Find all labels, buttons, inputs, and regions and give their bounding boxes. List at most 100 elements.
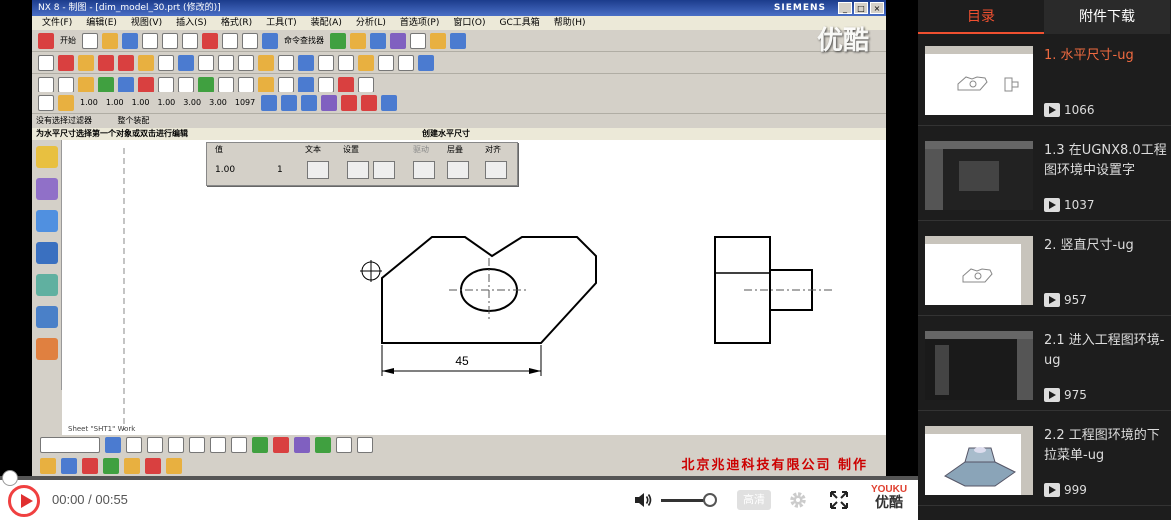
playlist-item[interactable]: 2.1 进入工程图环境-ug 975 (918, 319, 1171, 411)
driving-icon (413, 161, 435, 179)
playlist-item-views: 975 (1044, 388, 1087, 402)
bottom-toolbar-row-1 (32, 435, 886, 455)
playlist-thumbnail (925, 141, 1033, 210)
nx-title-bar: NX 8 - 制图 - [dim_model_30.prt (修改的)] SIE… (32, 0, 886, 16)
selection-bar: 没有选择过滤器 整个装配 (32, 114, 886, 128)
siemens-brand: SIEMENS (773, 3, 826, 13)
youku-logo-cn: 优酷 (875, 495, 903, 511)
stack-icon (447, 161, 469, 179)
reset-icon (373, 161, 395, 179)
curve-icon (294, 437, 310, 453)
auto-constrain-icon (338, 76, 354, 93)
save-icon (122, 32, 138, 49)
rect-tool-icon (210, 437, 226, 453)
youku-logo-en: YOUKU (870, 484, 908, 495)
play-count-icon (1044, 198, 1060, 212)
selection-filter-label: 没有选择过滤器 (36, 116, 92, 125)
playlist-item-title: 1. 水平尺寸-ug (1044, 48, 1134, 63)
assembly-navigator-icon (36, 178, 58, 200)
playlist-item-title: 1.3 在UGNX8.0工程图环境中设置字 (1044, 143, 1167, 178)
derived-line-icon (315, 437, 331, 453)
volume-icon[interactable] (633, 490, 653, 510)
balloon-icon (378, 54, 394, 71)
thumb-screen (925, 339, 1033, 400)
view-count: 999 (1064, 483, 1087, 497)
align-icon (485, 161, 507, 179)
section-view-icon (118, 54, 134, 71)
sheet-label: Sheet "SHT1" Work (68, 425, 136, 433)
layer-icon (330, 32, 346, 49)
player-control-bar: 00:00 / 00:55 高清 YOUKU 优酷 (0, 470, 918, 520)
constraint-navigator-icon (36, 210, 58, 232)
menu-item: 装配(A) (310, 18, 342, 28)
circle-tool-icon (168, 437, 184, 453)
baseline-dimension-icon (301, 94, 318, 111)
play-count-icon (1044, 388, 1060, 402)
fillet-icon (138, 76, 154, 93)
copy-icon (162, 32, 178, 49)
status-prompt: 为水平尺寸选择第一个对象或双击进行编辑 (36, 129, 188, 138)
playlist-item-title: 2. 竖直尺寸-ug (1044, 238, 1134, 253)
weld-icon (298, 54, 314, 71)
play-count-icon (1044, 483, 1060, 497)
fullscreen-icon[interactable] (828, 489, 850, 511)
dim-value-6: 3.00 (209, 98, 227, 107)
video-viewport[interactable]: NX 8 - 制图 - [dim_model_30.prt (修改的)] SIE… (0, 0, 918, 476)
history-icon (36, 306, 58, 328)
quick-trim-icon (252, 437, 268, 453)
note-icon (198, 54, 214, 71)
menu-item: 分析(L) (355, 18, 386, 28)
diameter-dimension-icon (361, 94, 378, 111)
snap-center-icon (124, 458, 140, 474)
profile-icon (58, 76, 74, 93)
progress-bar[interactable] (0, 470, 918, 486)
toolbar-row-dimension: 1.00 1.00 1.00 1.00 3.00 3.00 1097 (32, 92, 886, 114)
command-finder-label: 命令查找器 (284, 36, 324, 45)
dim-value-1: 1.00 (80, 98, 98, 107)
chain-dimension-icon (281, 94, 298, 111)
spline-icon (198, 76, 214, 93)
quality-button[interactable]: 高清 (737, 490, 771, 510)
toolbar-row-standard: 开始 命令查找器 (32, 30, 886, 52)
youku-overlay-logo: 优酷 (817, 26, 870, 56)
open-file-icon (102, 32, 118, 49)
new-sheet-icon (38, 54, 54, 71)
playlist-item-views: 1037 (1044, 198, 1095, 212)
playlist-item[interactable]: 1. 水平尺寸-ug 1066 (918, 34, 1171, 126)
playlist-item[interactable]: 2. 竖直尺寸-ug 957 (918, 224, 1171, 316)
status-bar: 为水平尺寸选择第一个对象或双击进行编辑 创建水平尺寸 (32, 128, 886, 140)
view-icon (350, 32, 366, 49)
dim-value-7: 1097 (234, 98, 256, 107)
constraint-icon (318, 76, 334, 93)
dimension-options-dialog: 值 文本 设置 驱动 层叠 对齐 1.00 1 (206, 142, 518, 186)
playlist-item[interactable]: 2.2 工程图环境的下拉菜单-ug 999 (918, 414, 1171, 506)
thumb-toolbar (925, 46, 1033, 54)
projected-view-icon (78, 54, 94, 71)
volume-handle[interactable] (703, 493, 717, 507)
youku-logo[interactable]: YOUKU 优酷 (866, 484, 912, 516)
time-display: 00:00 / 00:55 (52, 492, 128, 507)
paste-icon (182, 32, 198, 49)
gear-icon[interactable] (787, 489, 809, 511)
video-frame-nx-window: NX 8 - 制图 - [dim_model_30.prt (修改的)] SIE… (32, 0, 886, 476)
thumb-screen (925, 149, 1033, 210)
nx-menu-bar: 文件(F) 编辑(E) 视图(V) 插入(S) 格式(R) 工具(T) 装配(A) 分析(L)… (32, 16, 886, 30)
arc-length-icon (381, 94, 398, 111)
symbol-icon (258, 54, 274, 71)
dim-value-5: 3.00 (183, 98, 202, 107)
dialog-precision-value: 1.00 (215, 165, 236, 175)
progress-handle[interactable] (2, 470, 18, 486)
dimension-text: 45 (455, 354, 469, 368)
fcf-icon (218, 54, 234, 71)
inferred-dimension-icon (38, 94, 54, 111)
command-finder-icon (262, 32, 278, 49)
menu-item: 视图(V) (130, 18, 163, 28)
snap-icon (105, 437, 121, 453)
playlist-item[interactable]: 1.3 在UGNX8.0工程图环境中设置字 1037 (918, 129, 1171, 221)
selection-scope-label: 整个装配 (117, 116, 150, 125)
table-icon (338, 54, 354, 71)
tab-attachments[interactable]: 附件下载 (1044, 0, 1170, 34)
playlist-item-views: 957 (1044, 293, 1087, 307)
tab-catalog[interactable]: 目录 (918, 0, 1044, 34)
play-button[interactable] (8, 485, 40, 517)
